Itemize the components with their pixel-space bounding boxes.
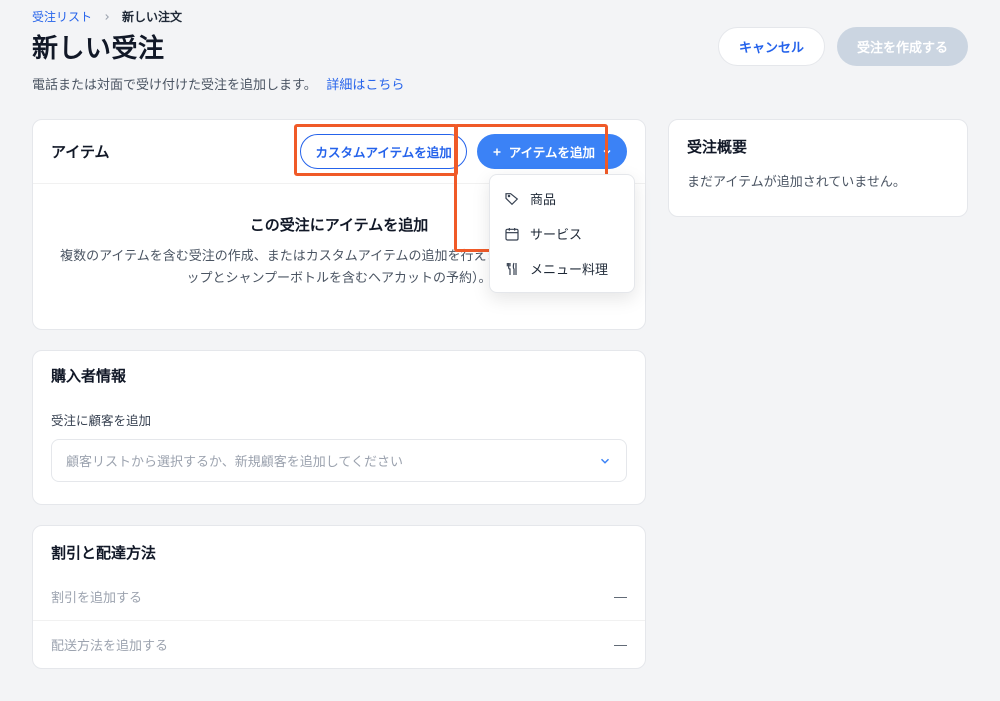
discount-card-title: 割引と配達方法 (51, 542, 156, 563)
customer-select[interactable]: 顧客リストから選択するか、新規顧客を追加してください (51, 439, 627, 482)
customer-field-label: 受注に顧客を追加 (51, 410, 627, 429)
customer-select-placeholder: 顧客リストから選択するか、新規顧客を追加してください (66, 451, 403, 470)
buyer-card: 購入者情報 受注に顧客を追加 顧客リストから選択するか、新規顧客を追加してくださ… (32, 350, 646, 505)
create-order-button[interactable]: 受注を作成する (837, 27, 968, 66)
dropdown-item-product[interactable]: 商品 (490, 181, 634, 216)
chevron-right-icon (102, 12, 112, 22)
page-title: 新しい受注 (32, 28, 165, 65)
add-item-dropdown: 商品 サービス メニュー料理 (489, 174, 635, 293)
utensils-icon (504, 261, 520, 277)
dropdown-item-service[interactable]: サービス (490, 216, 634, 251)
chevron-down-icon (601, 146, 613, 158)
add-custom-item-button[interactable]: カスタムアイテムを追加 (300, 134, 466, 169)
page-subtitle: 電話または対面で受け付けた受注を追加します。 詳細はこちら (32, 74, 968, 93)
add-discount-row[interactable]: 割引を追加する — (33, 573, 645, 620)
summary-title: 受注概要 (687, 136, 747, 157)
cancel-button[interactable]: キャンセル (718, 27, 825, 66)
tag-icon (504, 191, 520, 207)
add-item-button[interactable]: アイテムを追加 (477, 134, 627, 169)
learn-more-link[interactable]: 詳細はこちら (326, 77, 404, 92)
chevron-down-icon (598, 454, 612, 468)
breadcrumb-current: 新しい注文 (122, 8, 182, 25)
add-shipping-row[interactable]: 配送方法を追加する — (33, 620, 645, 668)
items-card: アイテム カスタムアイテムを追加 アイテムを追加 (32, 119, 646, 330)
order-summary-card: 受注概要 まだアイテムが追加されていません。 (668, 119, 968, 217)
discount-shipping-card: 割引と配達方法 割引を追加する — 配送方法を追加する — (32, 525, 646, 669)
summary-empty-text: まだアイテムが追加されていません。 (669, 161, 967, 216)
dropdown-item-menu[interactable]: メニュー料理 (490, 251, 634, 286)
calendar-icon (504, 226, 520, 242)
discount-value: — (614, 589, 627, 604)
plus-icon (491, 146, 503, 158)
breadcrumb-parent[interactable]: 受注リスト (32, 8, 92, 25)
shipping-value: — (614, 637, 627, 652)
buyer-card-title: 購入者情報 (51, 365, 126, 386)
items-card-title: アイテム (51, 141, 110, 162)
breadcrumb: 受注リスト 新しい注文 (32, 8, 968, 25)
